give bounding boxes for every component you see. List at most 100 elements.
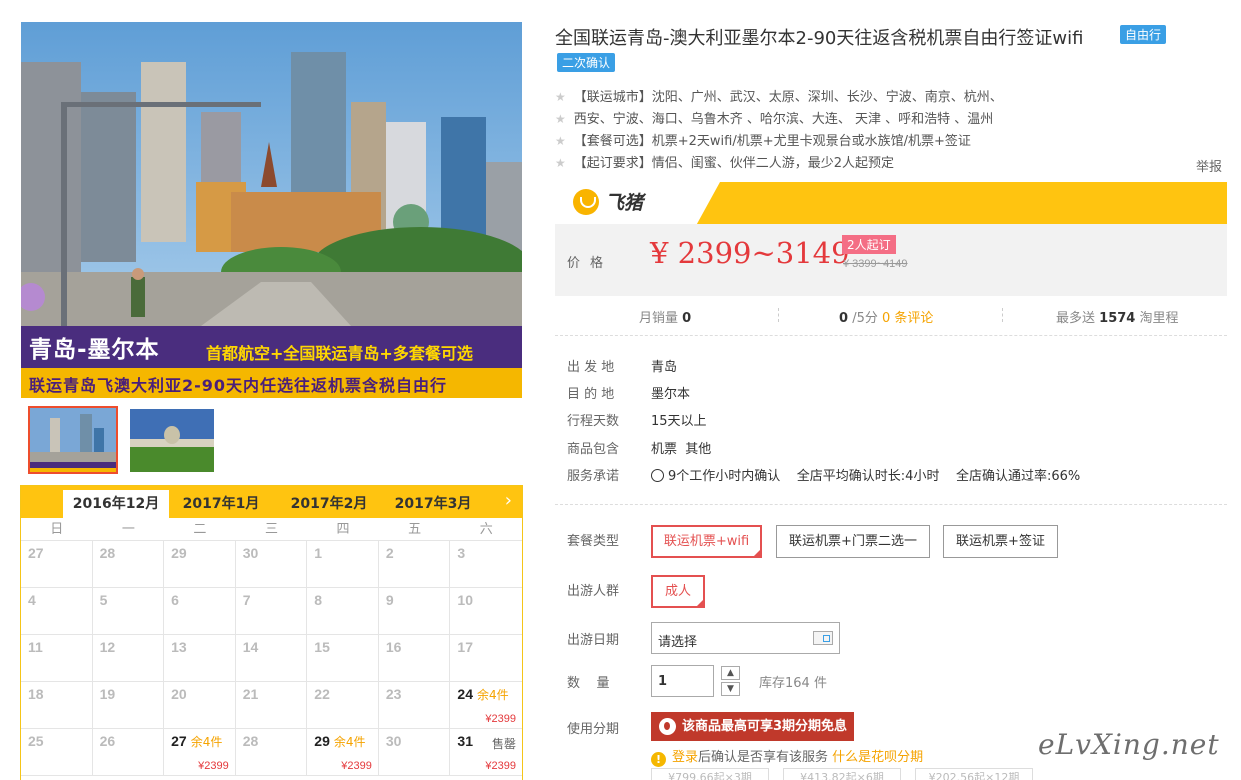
brand-bar: 飞猪 [555, 182, 1227, 224]
report-link[interactable]: 举报 [1196, 156, 1222, 175]
day-sold-out: 售罄 [491, 737, 516, 751]
qty-label: 数 量 [567, 676, 610, 691]
day-number: 8 [314, 592, 323, 608]
price-calendar: 2016年12月 2017年1月 2017年2月 2017年3月 › 日 一 二 三 四… [20, 485, 523, 780]
day-number: 25 [28, 733, 44, 749]
feature-line: ★ 【套餐可选】机票+2天wifi/机票+尤里卡观景台或水族馆/机票+签证 [555, 134, 971, 149]
day-price: ¥2399 [485, 713, 516, 725]
points: 最多送 1574 淘里程 [1056, 311, 1179, 326]
day-number: 2 [385, 545, 394, 561]
calendar-day: 28 [92, 541, 165, 588]
package-option-wifi[interactable]: 联运机票+wifi [651, 525, 762, 558]
calendar-day: 7 [235, 588, 308, 635]
info-service: 服务承诺 9个工作小时内确认 全店平均确认时长:4小时 全店确认通过率:66% [567, 469, 1081, 484]
day-number: 14 [242, 639, 259, 655]
thumbnail-2[interactable] [130, 409, 214, 472]
calendar-icon[interactable] [813, 631, 833, 645]
calendar-day: 27 [21, 541, 93, 588]
hero-caption: 联运青岛飞澳大利亚2-90天内任选往返机票含税自由行 [29, 376, 448, 395]
feature-line: ★ 【联运城市】沈阳、广州、武汉、太原、深圳、长沙、宁波、南京、杭州、 [555, 90, 1003, 105]
day-number: 24 [457, 686, 473, 702]
calendar-day: 22 [307, 682, 379, 729]
day-number: 7 [242, 592, 251, 608]
calendar-day: 4 [21, 588, 93, 635]
weekday-label: 一 [121, 522, 135, 537]
min-order-badge: 2人起订 [842, 235, 896, 254]
calendar-day: 30 [235, 541, 308, 588]
calendar-day[interactable]: 29 余4件 ¥2399 [307, 729, 379, 776]
feature-line: ★ 【起订要求】情侣、闺蜜、伙伴二人游，最少2人起预定 [555, 156, 895, 171]
weekday-label: 六 [479, 522, 493, 537]
rating: 0 /5分 0 条评论 [839, 311, 934, 326]
calendar-day: 12 [92, 635, 165, 682]
day-number: 28 [242, 733, 259, 749]
weekday-label: 四 [336, 522, 350, 537]
day-number: 23 [385, 686, 402, 702]
day-number: 15 [314, 639, 330, 655]
star-icon: ★ [555, 90, 566, 104]
plan-option[interactable]: ¥799.66起×3期 [651, 768, 769, 780]
day-price: ¥2399 [341, 760, 372, 772]
weekday-label: 五 [408, 522, 422, 537]
day-number: 3 [457, 545, 466, 561]
tab-month-4[interactable]: 2017年3月 [383, 490, 483, 518]
reviews-link[interactable]: 0 条评论 [882, 311, 933, 326]
info-days: 行程天数 15天以上 [567, 414, 707, 429]
calendar-grid: 27 28 29 30 1 2 3 4 5 6 7 8 9 10 11 12 13 14 15 16 17 18 19 20 2… [21, 541, 522, 776]
crowd-option-adult[interactable]: 成人 [651, 575, 705, 608]
date-label: 出游日期 [567, 633, 620, 648]
login-link[interactable]: 登录 [672, 750, 698, 765]
tab-month-2[interactable]: 2017年1月 [171, 490, 271, 518]
installment-button[interactable]: 该商品最高可享3期分期免息 [651, 712, 854, 741]
feature-line: ★ 西安、宁波、海口、乌鲁木齐 、哈尔滨、大连、 天津 、呼和浩特 、温州 [555, 112, 994, 127]
hero-title: 青岛-墨尔本 [29, 337, 160, 363]
day-number: 5 [99, 592, 108, 608]
plan-option[interactable]: ¥202.56起×12期 [915, 768, 1033, 780]
warning-icon: ! [651, 752, 666, 767]
monthly-sales: 月销量 0 [639, 311, 692, 326]
chevron-up-icon[interactable]: ▲ [721, 666, 740, 680]
day-stock: 余4件 [190, 735, 223, 749]
travel-date-input[interactable]: 请选择 [651, 622, 840, 654]
weekday-header: 日一二三四五六 [21, 518, 522, 541]
info-destination: 目 的 地墨尔本 [567, 387, 691, 402]
calendar-month-tabs: 2016年12月 2017年1月 2017年2月 2017年3月 › [21, 486, 522, 518]
star-icon: ★ [555, 156, 566, 170]
package-option-visa[interactable]: 联运机票+签证 [943, 525, 1058, 558]
day-number: 26 [99, 733, 116, 749]
calendar-day: 18 [21, 682, 93, 729]
calendar-day: 29 [164, 541, 236, 588]
fliggy-icon [573, 188, 599, 215]
day-stock: 余4件 [477, 688, 509, 702]
package-option-ticket[interactable]: 联运机票+门票二选一 [776, 525, 930, 558]
travel-type-badge: 自由行 [1120, 25, 1167, 44]
day-number: 10 [457, 592, 473, 608]
tab-month-3[interactable]: 2017年2月 [279, 490, 379, 518]
day-number: 29 [314, 733, 330, 749]
day-number: 11 [28, 639, 43, 655]
current-price: ¥ 2399~3149 [650, 236, 850, 270]
day-number: 31 [457, 733, 473, 749]
calendar-day[interactable]: 24 余4件 ¥2399 [450, 682, 522, 729]
calendar-day[interactable]: 27 余4件 ¥2399 [164, 729, 236, 776]
huabei-icon [659, 718, 676, 735]
day-number: 18 [28, 686, 44, 702]
day-price: ¥2399 [198, 760, 229, 772]
quantity-input[interactable]: 1 [651, 665, 714, 697]
day-number: 19 [99, 686, 116, 702]
day-number: 30 [385, 733, 402, 749]
chevron-right-icon[interactable]: › [505, 490, 512, 511]
tab-month-1[interactable]: 2016年12月 [63, 490, 169, 518]
calendar-day: 21 [235, 682, 308, 729]
star-icon: ★ [555, 134, 566, 148]
calendar-day[interactable]: 31 售罄 ¥2399 [450, 729, 522, 776]
huabei-help-link[interactable]: 什么是花呗分期 [832, 750, 923, 765]
thumbnail-1[interactable] [28, 406, 118, 474]
chevron-down-icon[interactable]: ▼ [721, 682, 740, 696]
day-number: 29 [171, 545, 187, 561]
price-label: 价格 [567, 256, 614, 271]
weekday-label: 三 [264, 522, 278, 537]
info-includes: 商品包含 机票 其他 [567, 442, 712, 457]
plan-option[interactable]: ¥413.82起×6期 [783, 768, 901, 780]
info-departure: 出 发 地青岛 [567, 360, 678, 375]
